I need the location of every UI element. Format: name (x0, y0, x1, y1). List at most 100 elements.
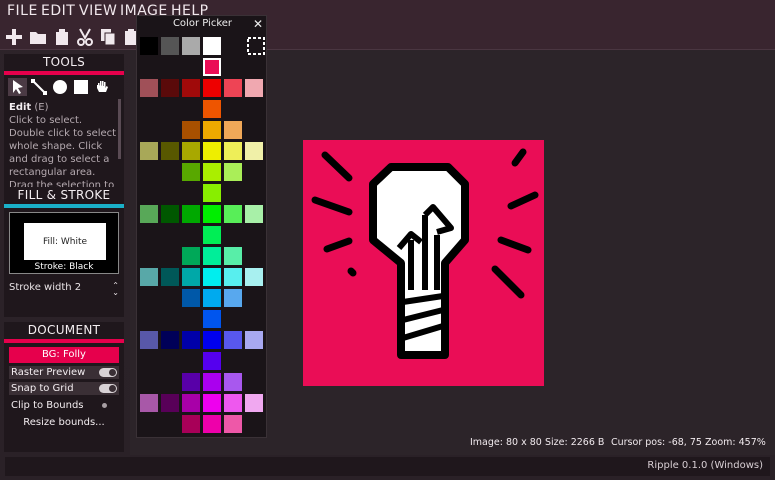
clip-to-bounds-toggle[interactable]: Clip to Bounds (9, 399, 119, 411)
tool-help-scrollbar[interactable] (118, 99, 121, 159)
color-swatch[interactable] (203, 121, 221, 139)
copy-button[interactable] (97, 26, 119, 48)
color-swatch[interactable] (224, 268, 242, 286)
color-swatch[interactable] (203, 163, 221, 181)
fill-label[interactable]: Fill: White (24, 223, 106, 260)
color-swatch[interactable] (203, 247, 221, 265)
color-swatch[interactable] (182, 373, 200, 391)
menu-view[interactable]: VIEW (79, 3, 117, 19)
color-swatch[interactable] (245, 79, 263, 97)
color-swatch[interactable] (161, 205, 179, 223)
menu-bar: FILE EDIT VIEW IMAGE HELP (0, 0, 775, 24)
color-swatch[interactable] (203, 394, 221, 412)
line-tool-button[interactable] (29, 78, 48, 96)
close-icon[interactable]: ✕ (253, 17, 263, 31)
color-swatch[interactable] (203, 331, 221, 349)
menu-file[interactable]: FILE (7, 3, 38, 19)
copy-icon (101, 29, 116, 46)
color-swatch[interactable] (182, 163, 200, 181)
color-swatch[interactable] (224, 394, 242, 412)
color-swatch[interactable] (203, 184, 221, 202)
color-swatch[interactable] (203, 352, 221, 370)
rectangle-tool-button[interactable] (71, 78, 90, 96)
color-swatch[interactable] (161, 142, 179, 160)
color-swatch[interactable] (182, 37, 200, 55)
color-swatch[interactable] (182, 289, 200, 307)
stroke-label[interactable]: Stroke: Black (10, 262, 118, 272)
marquee-icon[interactable] (247, 37, 265, 55)
color-swatch[interactable] (224, 247, 242, 265)
color-swatch[interactable] (182, 394, 200, 412)
color-swatch[interactable] (140, 37, 158, 55)
snap-to-grid-switch[interactable] (99, 384, 117, 393)
color-swatch[interactable] (182, 247, 200, 265)
color-swatch[interactable] (203, 142, 221, 160)
stepper-arrows-icon[interactable]: ⌃ ⌄ (112, 282, 119, 297)
color-swatch[interactable] (224, 415, 242, 433)
color-swatch[interactable] (140, 142, 158, 160)
color-swatch[interactable] (224, 205, 242, 223)
color-swatch[interactable] (161, 331, 179, 349)
circle-tool-button[interactable] (50, 78, 69, 96)
color-swatch[interactable] (203, 268, 221, 286)
background-color-button[interactable]: BG: Folly (9, 347, 119, 363)
artboard[interactable] (303, 140, 544, 386)
color-swatch[interactable] (203, 79, 221, 97)
color-swatch[interactable] (140, 268, 158, 286)
color-swatch[interactable] (182, 205, 200, 223)
open-button[interactable] (27, 26, 49, 48)
color-swatch[interactable] (182, 331, 200, 349)
color-swatch[interactable] (245, 394, 263, 412)
color-swatch[interactable] (140, 394, 158, 412)
color-swatch[interactable] (203, 289, 221, 307)
raster-preview-switch[interactable] (99, 368, 117, 377)
color-swatch[interactable] (161, 79, 179, 97)
stroke-width-stepper[interactable]: Stroke width 2 ⌃ ⌄ (9, 282, 119, 297)
clip-to-bounds-label: Clip to Bounds (11, 399, 84, 411)
color-swatch[interactable] (203, 415, 221, 433)
snap-to-grid-toggle[interactable]: Snap to Grid (9, 382, 119, 395)
save-button[interactable] (51, 26, 73, 48)
color-swatch[interactable] (140, 205, 158, 223)
color-swatch[interactable] (182, 268, 200, 286)
color-swatch[interactable] (224, 163, 242, 181)
color-swatch[interactable] (161, 268, 179, 286)
color-swatch[interactable] (203, 205, 221, 223)
circle-icon (52, 80, 67, 94)
tool-help-title: Edit (9, 102, 32, 113)
color-swatch[interactable] (224, 373, 242, 391)
color-swatch[interactable] (140, 331, 158, 349)
color-swatch[interactable] (182, 121, 200, 139)
color-swatch[interactable] (203, 100, 221, 118)
edit-tool-button[interactable] (8, 78, 27, 96)
color-swatch[interactable] (203, 226, 221, 244)
cut-button[interactable] (74, 26, 96, 48)
color-swatch[interactable] (203, 58, 221, 76)
color-swatch[interactable] (161, 394, 179, 412)
new-button[interactable] (3, 26, 25, 48)
color-swatch[interactable] (203, 373, 221, 391)
color-swatch[interactable] (224, 79, 242, 97)
resize-bounds-button[interactable]: Resize bounds... (9, 417, 119, 428)
raster-preview-toggle[interactable]: Raster Preview (9, 366, 119, 379)
color-swatch[interactable] (203, 310, 221, 328)
menu-edit[interactable]: EDIT (41, 3, 75, 19)
color-swatch[interactable] (245, 142, 263, 160)
color-swatch[interactable] (224, 142, 242, 160)
color-swatch[interactable] (245, 205, 263, 223)
color-swatch[interactable] (224, 121, 242, 139)
clip-to-bounds-indicator[interactable] (102, 402, 107, 408)
color-swatch[interactable] (182, 79, 200, 97)
color-swatch[interactable] (182, 142, 200, 160)
color-swatch[interactable] (140, 79, 158, 97)
fill-stroke-preview[interactable]: Fill: White Stroke: Black (9, 212, 119, 274)
color-swatch[interactable] (203, 37, 221, 55)
color-swatch[interactable] (245, 331, 263, 349)
color-swatch[interactable] (224, 331, 242, 349)
color-swatch[interactable] (182, 415, 200, 433)
hand-tool-button[interactable] (92, 78, 111, 96)
color-swatch[interactable] (161, 37, 179, 55)
color-swatch[interactable] (245, 268, 263, 286)
raster-preview-label: Raster Preview (11, 367, 86, 378)
color-swatch[interactable] (224, 289, 242, 307)
